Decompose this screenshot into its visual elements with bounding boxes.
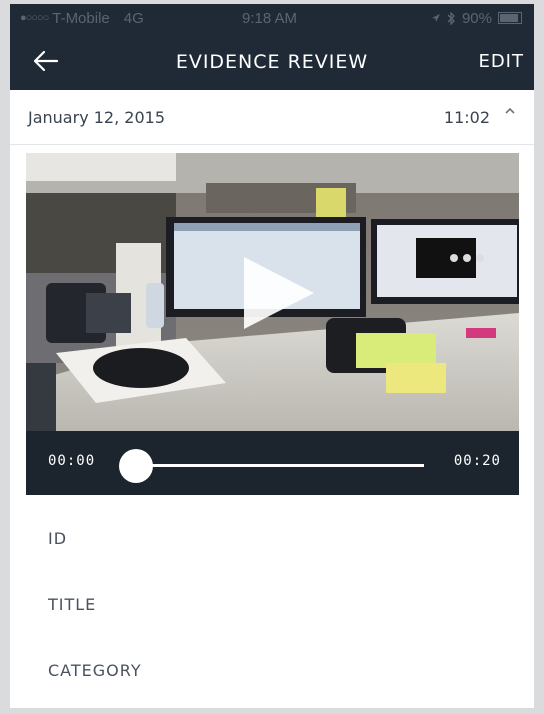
field-category[interactable]: CATEGORY (10, 639, 534, 705)
battery-icon (498, 12, 522, 24)
navigation-bar: EVIDENCE REVIEW EDIT (10, 32, 534, 90)
status-time: 9:18 AM (242, 9, 298, 27)
bluetooth-icon (447, 11, 455, 25)
location-icon (431, 14, 440, 22)
caret-up-icon[interactable] (504, 104, 516, 120)
current-time-label: 00:00 (48, 453, 96, 469)
video-player[interactable]: 00:00 00:20 (26, 153, 519, 495)
field-label: CATEGORY (48, 661, 142, 680)
recording-time[interactable]: 11:02 (444, 108, 490, 127)
field-label: ID (48, 529, 68, 548)
page-title: EVIDENCE REVIEW (175, 51, 369, 73)
duration-label: 00:20 (453, 453, 501, 469)
battery-percent: 90% (461, 9, 492, 27)
app-screen: ●○○○○ T-Mobile 4G 9:18 AM 90% EVIDENCE R… (10, 4, 534, 708)
signal-strength-icon: ●○○○○ (20, 12, 49, 24)
status-bar: ●○○○○ T-Mobile 4G 9:18 AM 90% (10, 4, 534, 32)
edit-button[interactable]: EDIT (478, 51, 524, 72)
seek-track[interactable] (140, 464, 424, 467)
play-icon (244, 257, 314, 329)
field-title[interactable]: TITLE (10, 573, 534, 639)
carrier-name: T-Mobile (52, 9, 110, 27)
status-right-group: 90% (431, 10, 522, 27)
recording-date: January 12, 2015 (28, 108, 165, 127)
playback-controls: 00:00 00:20 (26, 431, 519, 495)
date-time-bar: January 12, 2015 11:02 (10, 90, 534, 145)
battery-level-fill (500, 14, 518, 22)
network-type: 4G (123, 9, 144, 27)
seek-slider-thumb[interactable] (119, 449, 153, 483)
video-frame (26, 153, 519, 431)
play-button[interactable] (232, 253, 322, 333)
field-label: TITLE (48, 595, 97, 614)
field-id[interactable]: ID (10, 507, 534, 573)
